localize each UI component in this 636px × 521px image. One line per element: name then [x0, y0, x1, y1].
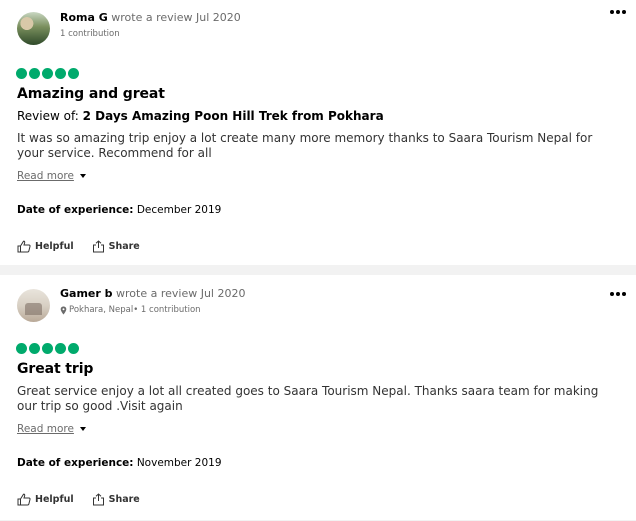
rating-bubbles: [16, 343, 79, 354]
contribution-count: • 1 contribution: [133, 305, 201, 315]
rating-bubble-icon: [16, 68, 27, 79]
review-card: Gamer b wrote a review Jul 2020 Pokhara,…: [0, 275, 636, 520]
read-more-button[interactable]: Read more: [17, 170, 86, 182]
more-options-icon[interactable]: [610, 292, 626, 296]
rating-bubble-icon: [29, 343, 40, 354]
reviewer-location: Pokhara, Nepal: [69, 305, 134, 315]
username[interactable]: Roma G: [60, 11, 108, 24]
rating-bubble-icon: [68, 68, 79, 79]
review-title[interactable]: Great trip: [17, 361, 93, 377]
thumbs-up-icon: [17, 240, 31, 253]
more-options-icon[interactable]: [610, 10, 626, 14]
location-pin-icon: [60, 306, 67, 315]
thumbs-up-icon: [17, 493, 31, 506]
review-of: Review of: 2 Days Amazing Poon Hill Trek…: [17, 109, 384, 123]
avatar[interactable]: [17, 289, 50, 322]
rating-bubble-icon: [42, 343, 53, 354]
review-title[interactable]: Amazing and great: [17, 86, 165, 102]
review-card: Roma G wrote a review Jul 2020 1 contrib…: [0, 0, 636, 265]
share-icon: [92, 240, 104, 253]
rating-bubble-icon: [29, 68, 40, 79]
reviewed-product-link[interactable]: 2 Days Amazing Poon Hill Trek from Pokha…: [83, 109, 384, 123]
share-button[interactable]: Share: [92, 240, 140, 253]
review-text: It was so amazing trip enjoy a lot creat…: [17, 131, 593, 160]
reviewer-meta: Gamer b wrote a review Jul 2020 Pokhara,…: [60, 287, 245, 316]
review-actions: Helpful Share: [17, 240, 140, 253]
rating-bubble-icon: [55, 68, 66, 79]
rating-bubble-icon: [55, 343, 66, 354]
rating-bubble-icon: [68, 343, 79, 354]
read-more-button[interactable]: Read more: [17, 423, 86, 435]
rating-bubbles: [16, 68, 79, 79]
date-of-experience: Date of experience: November 2019: [17, 457, 222, 469]
share-icon: [92, 493, 104, 506]
date-of-experience: Date of experience: December 2019: [17, 204, 222, 216]
rating-bubble-icon: [42, 68, 53, 79]
username[interactable]: Gamer b: [60, 287, 113, 300]
review-text: Great service enjoy a lot all created go…: [17, 384, 599, 413]
review-actions: Helpful Share: [17, 493, 140, 506]
helpful-button[interactable]: Helpful: [17, 240, 74, 253]
review-date: wrote a review Jul 2020: [107, 11, 241, 24]
reviewer-meta: Roma G wrote a review Jul 2020 1 contrib…: [60, 11, 241, 40]
contribution-count: 1 contribution: [60, 29, 120, 39]
rating-bubble-icon: [16, 343, 27, 354]
caret-down-icon: [79, 427, 86, 431]
avatar[interactable]: [17, 12, 50, 45]
review-divider: [0, 265, 636, 275]
share-button[interactable]: Share: [92, 493, 140, 506]
caret-down-icon: [79, 174, 86, 178]
helpful-button[interactable]: Helpful: [17, 493, 74, 506]
review-date: wrote a review Jul 2020: [112, 287, 246, 300]
